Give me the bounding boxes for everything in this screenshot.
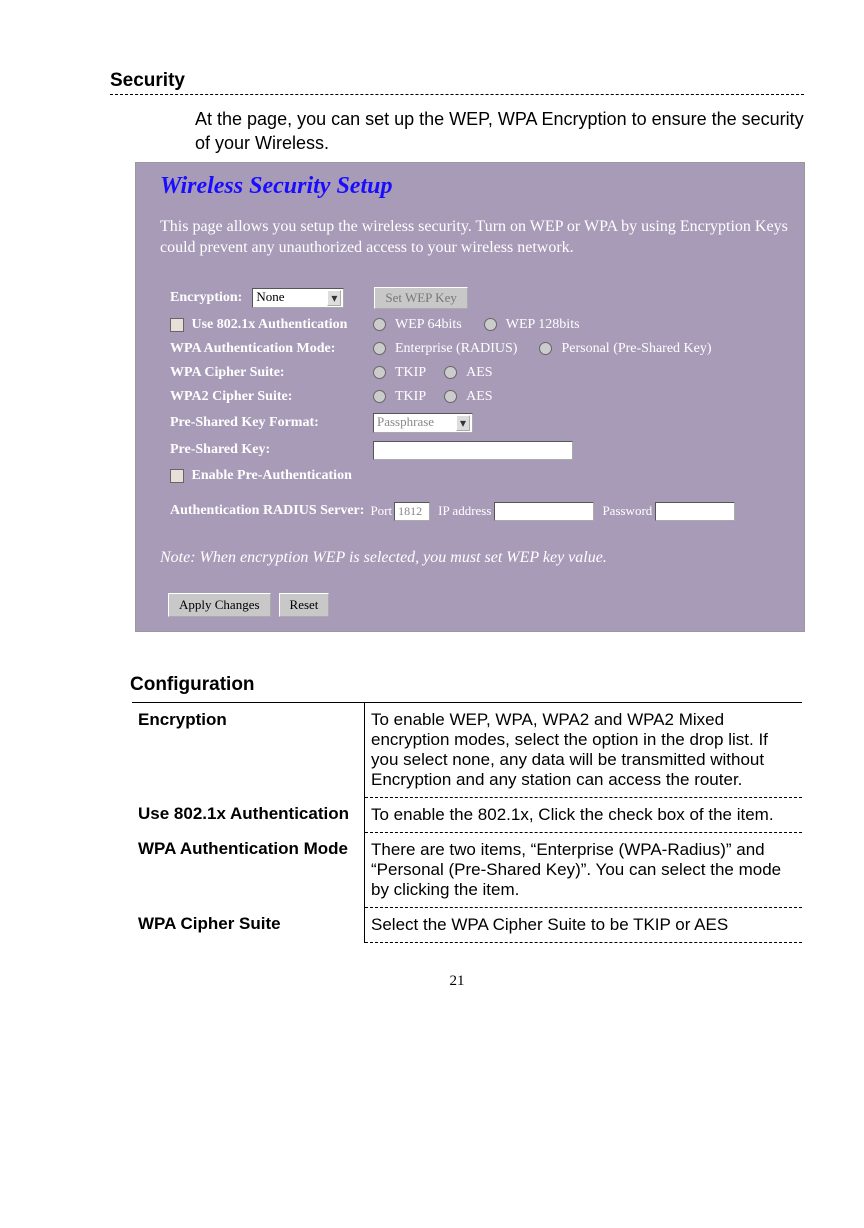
enterprise-radio[interactable] [373, 342, 386, 355]
page-number: 21 [110, 973, 804, 990]
intro-text: At the page, you can set up the WEP, WPA… [195, 107, 804, 156]
password-label: Password [602, 503, 652, 519]
password-input[interactable] [655, 502, 735, 521]
wpa2-tkip-radio[interactable] [373, 390, 386, 403]
apply-changes-button[interactable]: Apply Changes [168, 593, 271, 617]
table-row: WPA Authentication Mode There are two it… [132, 832, 802, 907]
config-desc: Select the WPA Cipher Suite to be TKIP o… [365, 907, 803, 942]
wep64-label: WEP 64bits [395, 317, 462, 333]
section-divider [110, 94, 804, 95]
table-row: WPA Cipher Suite Select the WPA Cipher S… [132, 907, 802, 942]
wpa-aes-radio[interactable] [444, 366, 457, 379]
wpa-auth-mode-label: WPA Authentication Mode: [170, 341, 373, 357]
table-row: Encryption To enable WEP, WPA, WPA2 and … [132, 702, 802, 797]
use-8021x-checkbox[interactable] [170, 318, 184, 332]
wep128-label: WEP 128bits [506, 317, 580, 333]
encryption-select[interactable]: None [252, 288, 344, 308]
wpa2-tkip-label: TKIP [395, 389, 426, 405]
use-8021x-label: Use 802.1x Authentication [192, 317, 348, 332]
ip-address-label: IP address [438, 503, 491, 519]
config-name: Encryption [132, 702, 365, 797]
wpa-tkip-label: TKIP [395, 365, 426, 381]
wpa2-aes-radio[interactable] [444, 390, 457, 403]
config-desc: To enable the 802.1x, Click the check bo… [365, 797, 803, 832]
reset-button[interactable]: Reset [279, 593, 330, 617]
enable-preauth-checkbox[interactable] [170, 469, 184, 483]
configuration-heading: Configuration [130, 674, 804, 696]
config-name: WPA Authentication Mode [132, 832, 365, 907]
config-desc: To enable WEP, WPA, WPA2 and WPA2 Mixed … [365, 702, 803, 797]
ws-description: This page allows you setup the wireless … [160, 216, 790, 259]
config-name: Use 802.1x Authentication [132, 797, 365, 832]
wep128-radio[interactable] [484, 318, 497, 331]
psk-label: Pre-Shared Key: [170, 442, 373, 458]
wpa2-aes-label: AES [466, 389, 492, 405]
wpa2-cipher-label: WPA2 Cipher Suite: [170, 389, 373, 405]
ws-title: Wireless Security Setup [160, 173, 790, 200]
section-heading: Security [110, 70, 804, 92]
port-input[interactable]: 1812 [394, 502, 430, 521]
port-label: Port [370, 503, 392, 519]
wpa-tkip-radio[interactable] [373, 366, 386, 379]
enable-preauth-label: Enable Pre-Authentication [192, 468, 352, 483]
psk-format-label: Pre-Shared Key Format: [170, 415, 373, 431]
personal-label: Personal (Pre-Shared Key) [561, 341, 711, 357]
psk-format-select[interactable]: Passphrase [373, 413, 473, 433]
encryption-label: Encryption: [170, 290, 242, 306]
config-name: WPA Cipher Suite [132, 907, 365, 942]
set-wep-key-button[interactable]: Set WEP Key [374, 287, 468, 309]
configuration-table: Encryption To enable WEP, WPA, WPA2 and … [132, 702, 802, 943]
config-desc: There are two items, “Enterprise (WPA-Ra… [365, 832, 803, 907]
wireless-security-screenshot: Wireless Security Setup This page allows… [135, 162, 805, 632]
wpa-cipher-label: WPA Cipher Suite: [170, 365, 373, 381]
ip-address-input[interactable] [494, 502, 594, 521]
wep-note: Note: When encryption WEP is selected, y… [160, 549, 790, 567]
table-row: Use 802.1x Authentication To enable the … [132, 797, 802, 832]
wpa-aes-label: AES [466, 365, 492, 381]
psk-input[interactable] [373, 441, 573, 460]
wep64-radio[interactable] [373, 318, 386, 331]
enterprise-label: Enterprise (RADIUS) [395, 341, 517, 357]
personal-radio[interactable] [539, 342, 552, 355]
radius-server-label: Authentication RADIUS Server: [170, 503, 364, 519]
